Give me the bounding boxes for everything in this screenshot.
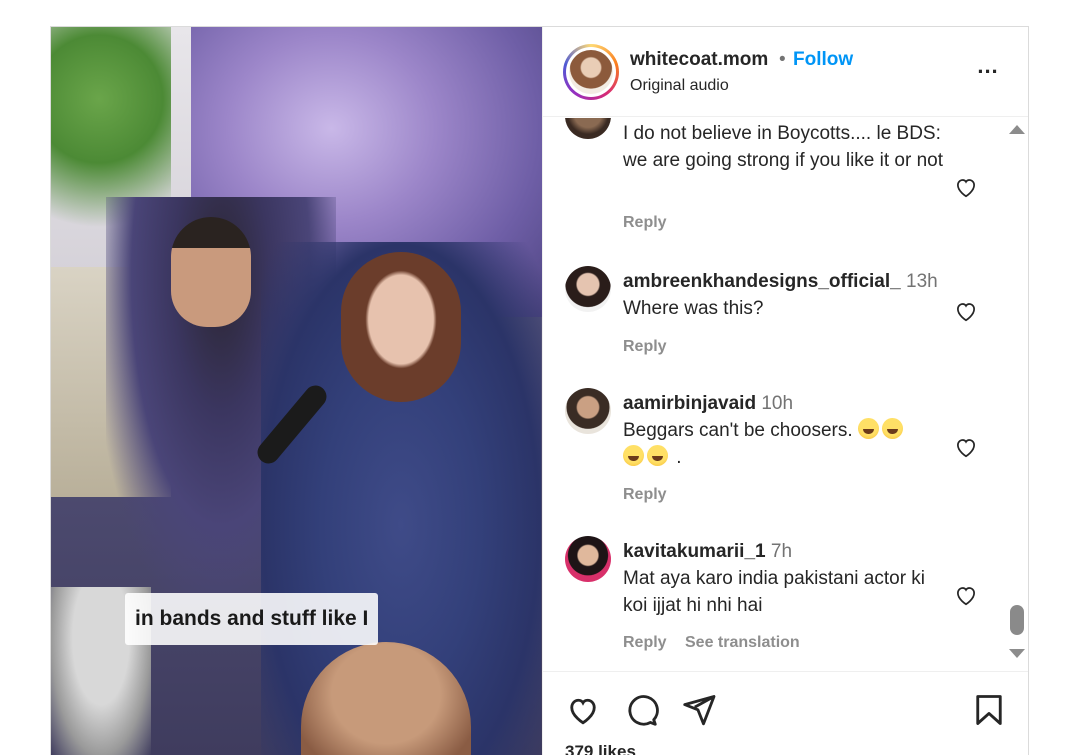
separator-dot: • xyxy=(779,49,786,70)
scroll-down-arrow-icon[interactable] xyxy=(1009,649,1025,658)
reply-button[interactable]: Reply xyxy=(623,634,667,652)
comment-username[interactable]: aamirbinjavaid xyxy=(623,393,756,414)
bookmark-icon[interactable] xyxy=(971,692,1007,728)
comment-username[interactable]: ambreenkhandesigns_official_ xyxy=(623,271,901,292)
comment-item: kavitakumarii_1 7h Mat aya karo india pa… xyxy=(543,536,983,668)
comment-message: Where was this? xyxy=(623,298,764,319)
post-card: in bands and stuff like I whitecoat.mom … xyxy=(50,26,1029,755)
reply-button[interactable]: Reply xyxy=(623,338,667,356)
comment-item: ambreenkhandesigns_official_ 13h Where w… xyxy=(543,266,983,378)
comment-message: Beggars can't be choosers. xyxy=(623,420,853,441)
commenter-avatar[interactable] xyxy=(565,388,611,434)
laughing-emoji-icon xyxy=(647,445,668,466)
video-caption: in bands and stuff like I xyxy=(125,593,379,645)
heart-icon[interactable] xyxy=(953,434,979,460)
man-head xyxy=(171,217,251,327)
laughing-emoji-icon xyxy=(857,418,879,439)
comment-message: Mat aya karo india pakistani actor ki ko… xyxy=(623,568,926,616)
likes-count[interactable]: 379 likes xyxy=(565,742,636,755)
comment-text: ambreenkhandesigns_official_ 13h Where w… xyxy=(623,268,953,322)
avatar[interactable] xyxy=(563,44,619,100)
audio-label[interactable]: Original audio xyxy=(630,77,729,95)
reply-button[interactable]: Reply xyxy=(623,486,667,504)
scrollbar-thumb[interactable] xyxy=(1010,605,1024,635)
scrollbar[interactable] xyxy=(1005,119,1027,667)
post-side-panel: whitecoat.mom • Follow Original audio ..… xyxy=(542,27,1028,755)
comment-time: 10h xyxy=(761,393,794,414)
scroll-up-arrow-icon[interactable] xyxy=(1009,125,1025,134)
heart-icon[interactable] xyxy=(953,174,979,200)
comment-text: kavitakumarii_1 7h Mat aya karo india pa… xyxy=(623,538,953,619)
laughing-emoji-icon xyxy=(881,418,903,439)
comment-message-tail: . xyxy=(676,447,682,468)
post-video[interactable]: in bands and stuff like I xyxy=(51,27,542,755)
laughing-emoji-icon xyxy=(623,445,644,466)
comment-item: aamirbinjavaid 10h Beggars can't be choo… xyxy=(543,388,983,520)
comment-icon[interactable] xyxy=(623,692,659,728)
commenter-avatar[interactable] xyxy=(565,118,611,139)
avatar-photo xyxy=(569,50,613,94)
username[interactable]: whitecoat.mom xyxy=(630,49,768,71)
follow-button[interactable]: Follow xyxy=(793,49,853,71)
comment-text: I do not believe in Boycotts.... le BDS:… xyxy=(623,123,944,171)
post-header: whitecoat.mom • Follow Original audio ..… xyxy=(543,27,1028,117)
comment-time: 7h xyxy=(770,541,793,562)
heart-icon[interactable] xyxy=(953,298,979,324)
comment-username[interactable]: kavitakumarii_1 xyxy=(623,541,766,562)
commenter-avatar[interactable] xyxy=(565,266,611,312)
woman-head xyxy=(341,252,461,402)
comment-text: aamirbinjavaid 10h Beggars can't be choo… xyxy=(623,390,953,471)
action-bar: 379 likes xyxy=(543,671,1028,755)
more-options-icon[interactable]: ... xyxy=(973,55,1003,85)
comment-time: 13h xyxy=(906,271,938,292)
commenter-avatar[interactable] xyxy=(565,536,611,582)
comments-list[interactable]: I do not believe in Boycotts.... le BDS:… xyxy=(543,118,1028,671)
heart-icon[interactable] xyxy=(565,692,601,728)
see-translation-button[interactable]: See translation xyxy=(685,634,800,652)
reply-button[interactable]: Reply xyxy=(623,214,667,232)
comment-item: I do not believe in Boycotts.... le BDS:… xyxy=(543,118,983,248)
share-icon[interactable] xyxy=(681,692,717,728)
heart-icon[interactable] xyxy=(953,582,979,608)
